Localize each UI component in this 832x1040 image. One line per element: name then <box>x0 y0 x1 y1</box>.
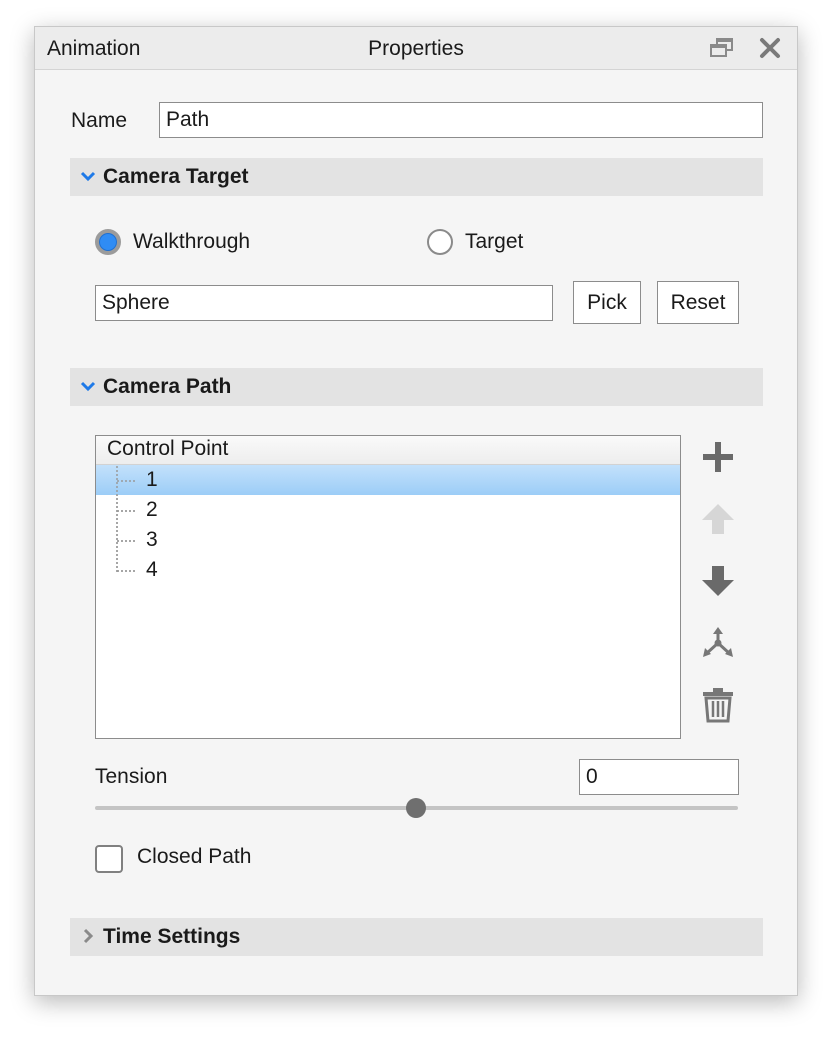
move-down-icon[interactable] <box>698 561 738 601</box>
control-point-tree[interactable]: Control Point 1 2 3 4 <box>95 435 681 739</box>
section-title: Time Settings <box>103 925 241 948</box>
target-object-input[interactable] <box>95 285 553 321</box>
pick-button[interactable]: Pick <box>573 281 641 324</box>
target-radio[interactable] <box>427 229 453 255</box>
chevron-down-icon <box>80 381 96 392</box>
tree-row[interactable]: 4 <box>96 555 680 585</box>
properties-window: Animation Properties Name Camera Target … <box>34 26 798 996</box>
tree-header[interactable]: Control Point <box>96 436 680 465</box>
tension-label: Tension <box>95 765 168 788</box>
section-camera-path[interactable]: Camera Path <box>70 368 763 406</box>
section-time-settings[interactable]: Time Settings <box>70 918 763 956</box>
tree-row[interactable]: 1 <box>96 465 680 495</box>
name-label: Name <box>71 109 128 132</box>
section-title: Camera Target <box>103 165 249 188</box>
closed-path-checkbox[interactable] <box>95 845 123 873</box>
trash-icon[interactable] <box>698 685 738 725</box>
tab-animation[interactable]: Animation <box>47 37 140 61</box>
walkthrough-label: Walkthrough <box>133 230 251 253</box>
chevron-down-icon <box>80 171 96 182</box>
close-icon[interactable] <box>755 33 785 63</box>
tree-row[interactable]: 3 <box>96 525 680 555</box>
move-up-icon[interactable] <box>698 499 738 539</box>
walkthrough-radio[interactable] <box>95 229 121 255</box>
tree-row[interactable]: 2 <box>96 495 680 525</box>
target-label: Target <box>465 230 524 253</box>
section-camera-target[interactable]: Camera Target <box>70 158 763 196</box>
axis-gizmo-icon[interactable] <box>698 623 738 663</box>
section-title: Camera Path <box>103 375 232 398</box>
tension-slider-thumb[interactable] <box>406 798 426 818</box>
add-icon[interactable] <box>698 437 738 477</box>
title-bar: Animation Properties <box>35 27 797 70</box>
chevron-right-icon <box>83 928 94 944</box>
closed-path-label: Closed Path <box>137 845 252 868</box>
window-title: Properties <box>368 37 464 60</box>
tension-input[interactable] <box>579 759 739 795</box>
reset-button[interactable]: Reset <box>657 281 739 324</box>
undock-icon[interactable] <box>707 33 737 63</box>
name-input[interactable] <box>159 102 763 138</box>
tree-connector-overlay <box>116 466 135 572</box>
